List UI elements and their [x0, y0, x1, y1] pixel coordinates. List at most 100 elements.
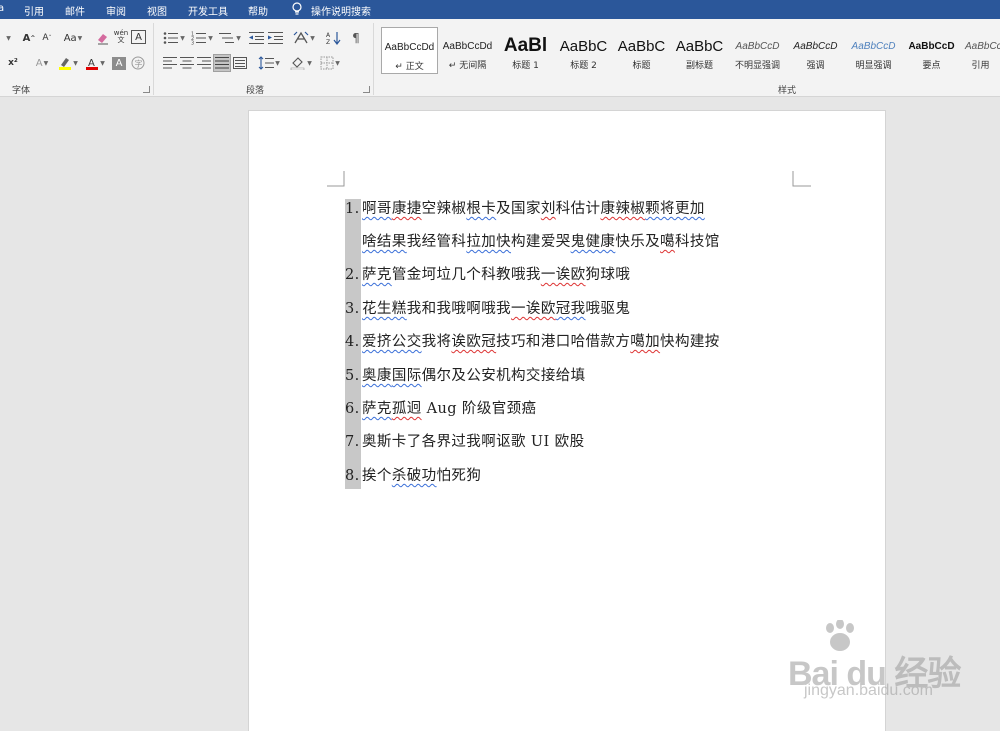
increase-indent-button[interactable] — [267, 30, 285, 46]
style-subtitle[interactable]: AaBbC 副标题 — [671, 27, 728, 74]
highlight-color-button[interactable]: ▼ — [57, 55, 79, 71]
group-divider — [373, 23, 374, 95]
bullets-button[interactable]: ▼ — [161, 30, 187, 46]
enclosed-char-icon: 字 — [131, 56, 145, 70]
chinese-layout-button[interactable]: ▼ — [290, 30, 318, 46]
paint-bucket-icon — [290, 57, 305, 70]
distributed-icon — [233, 57, 247, 69]
numbered-list-icon: 123 — [191, 32, 207, 45]
style-name: 强调 — [806, 61, 825, 71]
style-name: ↵ 正文 — [395, 62, 424, 72]
align-right-button[interactable] — [196, 55, 212, 71]
change-case-button[interactable]: Aa ▼ — [61, 30, 85, 46]
borders-button[interactable]: ▼ — [317, 55, 343, 71]
style-heading-1[interactable]: AaBl 标题 1 — [497, 27, 554, 74]
align-center-icon — [180, 57, 194, 69]
font-size-dropdown[interactable]: ▼ — [0, 30, 16, 46]
svg-text:字: 字 — [135, 59, 143, 69]
baidu-jingyan-watermark: Bai du 经验 jingyan.baidu.com — [756, 620, 961, 710]
line-spacing-button[interactable]: ▼ — [256, 55, 282, 71]
style-strong[interactable]: AaBbCcD 要点 — [903, 27, 960, 74]
decrease-indent-button[interactable] — [248, 30, 266, 46]
style-title[interactable]: AaBbC 标题 — [613, 27, 670, 74]
shrink-font-button[interactable]: Aˇ — [39, 30, 55, 46]
list-number: 1. — [345, 201, 360, 217]
lightbulb-icon — [292, 2, 302, 15]
menu-item-references[interactable]: 引用 — [24, 3, 44, 18]
numbering-button[interactable]: 1 2 3 ▼ — [189, 30, 215, 46]
decrease-indent-icon — [249, 32, 264, 44]
font-color-button[interactable]: A ▼ — [84, 55, 106, 71]
style-normal[interactable]: AaBbCcDd ↵ 正文 — [381, 27, 438, 74]
font-dialog-launcher[interactable] — [143, 86, 150, 93]
list-item[interactable]: 4. 爱挤公交我将诶欧冠技巧和港口哈借款方噶加快构建按 — [345, 330, 720, 351]
phonetic-guide-button[interactable]: wén 文 — [113, 29, 129, 45]
multilevel-list-button[interactable]: ▼ — [217, 30, 243, 46]
eraser-icon — [98, 34, 108, 45]
menu-item-review[interactable]: 审阅 — [106, 3, 126, 18]
style-name: 不明显强调 — [734, 61, 780, 71]
style-preview: AaBbCcD — [735, 40, 780, 52]
style-intense-emphasis[interactable]: AaBbCcD 明显强调 — [845, 27, 902, 74]
menu-item-mailings[interactable]: 邮件 — [65, 3, 85, 18]
group-divider — [153, 23, 154, 95]
margin-corner-mark — [792, 171, 811, 187]
menu-item-help[interactable]: 帮助 — [248, 3, 268, 18]
highlighter-icon — [59, 58, 72, 70]
style-preview: AaBbC — [617, 37, 666, 55]
list-item[interactable]: 6. 萨克孤迥 Aug 阶级官颈癌 — [345, 397, 536, 418]
list-number: 6. — [345, 401, 360, 417]
menu-item-view[interactable]: 视图 — [147, 3, 167, 18]
ribbon: ▼ A ^ Aˇ Aa ▼ wén 文 A x² A ▼ ▼ A ▼ A 字 字体 ▼ 1… — [0, 19, 1000, 97]
style-name: ↵ 无间隔 — [448, 61, 487, 71]
superscript-button[interactable]: x² — [4, 55, 22, 71]
shading-button[interactable]: ▼ — [288, 55, 314, 71]
svg-text:Z: Z — [326, 39, 330, 45]
style-preview: AaBbCcD — [793, 40, 838, 52]
text-effects-button[interactable]: A ▼ — [30, 55, 54, 71]
styles-group-label: 样式 — [778, 86, 797, 96]
align-left-button[interactable] — [162, 55, 178, 71]
style-name: 要点 — [922, 61, 941, 71]
watermark-url: jingyan.baidu.com — [804, 682, 933, 699]
list-item[interactable]: 1. 啊哥康捷空辣椒根卡及国家刘科估计康辣椒颗将更加 — [345, 197, 705, 218]
style-emphasis[interactable]: AaBbCcD 强调 — [787, 27, 844, 74]
show-formatting-button[interactable]: ¶ — [348, 30, 364, 46]
list-number: 8. — [345, 468, 360, 484]
list-number: 7. — [345, 434, 360, 450]
character-border-button[interactable]: A — [131, 30, 146, 44]
style-preview: AaBbCcDd — [384, 41, 435, 53]
align-center-button[interactable] — [179, 55, 195, 71]
style-name: 标题 — [632, 61, 651, 71]
style-name: 明显强调 — [855, 61, 892, 71]
align-left-icon — [163, 57, 177, 69]
style-preview: AaBbCcDd — [442, 40, 493, 52]
menu-item-developer[interactable]: 开发工具 — [188, 3, 228, 18]
list-item[interactable]: 2. 萨克管金坷垃几个科教哦我一诶欧狗球哦 — [345, 263, 630, 284]
justify-button[interactable] — [213, 54, 231, 72]
style-preview: AaBbCcD — [851, 40, 896, 52]
style-no-spacing[interactable]: AaBbCcDd ↵ 无间隔 — [439, 27, 496, 74]
distributed-button[interactable] — [232, 55, 248, 71]
style-quote[interactable]: AaBbCcD 引用 — [961, 27, 1000, 74]
menu-item-home-partial[interactable]: a — [0, 3, 4, 14]
style-subtle-emphasis[interactable]: AaBbCcD 不明显强调 — [729, 27, 786, 74]
list-item-continuation[interactable]: 啥结果我经管科拉加快构建爱哭鬼健康快乐及噶科技馆 — [345, 230, 720, 251]
list-item[interactable]: 3. 花生糕我和我哦啊哦我一诶欧冠我哦驱鬼 — [345, 297, 630, 318]
grow-font-button[interactable]: A ^ — [20, 30, 38, 46]
paragraph-dialog-launcher[interactable] — [363, 86, 370, 93]
tell-me-search[interactable]: 操作说明搜索 — [311, 3, 371, 18]
character-shading-button[interactable]: A — [112, 57, 126, 70]
enclose-characters-button[interactable]: 字 — [130, 55, 146, 71]
sort-button[interactable]: AZ — [325, 30, 343, 46]
style-preview: AaBl — [503, 35, 548, 56]
style-preview: AaBbCcD — [965, 40, 1000, 52]
list-item[interactable]: 7. 奥斯卡了各界过我啊讴歌 UI 欧股 — [345, 430, 584, 451]
list-item[interactable]: 8. 挨个杀破功怕死狗 — [345, 464, 481, 485]
list-number: 4. — [345, 334, 360, 350]
style-heading-2[interactable]: AaBbC 标题 2 — [555, 27, 612, 74]
list-item[interactable]: 5. 奥康国际偶尔及公安机构交接给填 — [345, 364, 586, 385]
clear-formatting-button[interactable] — [95, 30, 111, 46]
justify-icon — [215, 57, 229, 69]
line-spacing-icon — [258, 56, 275, 70]
